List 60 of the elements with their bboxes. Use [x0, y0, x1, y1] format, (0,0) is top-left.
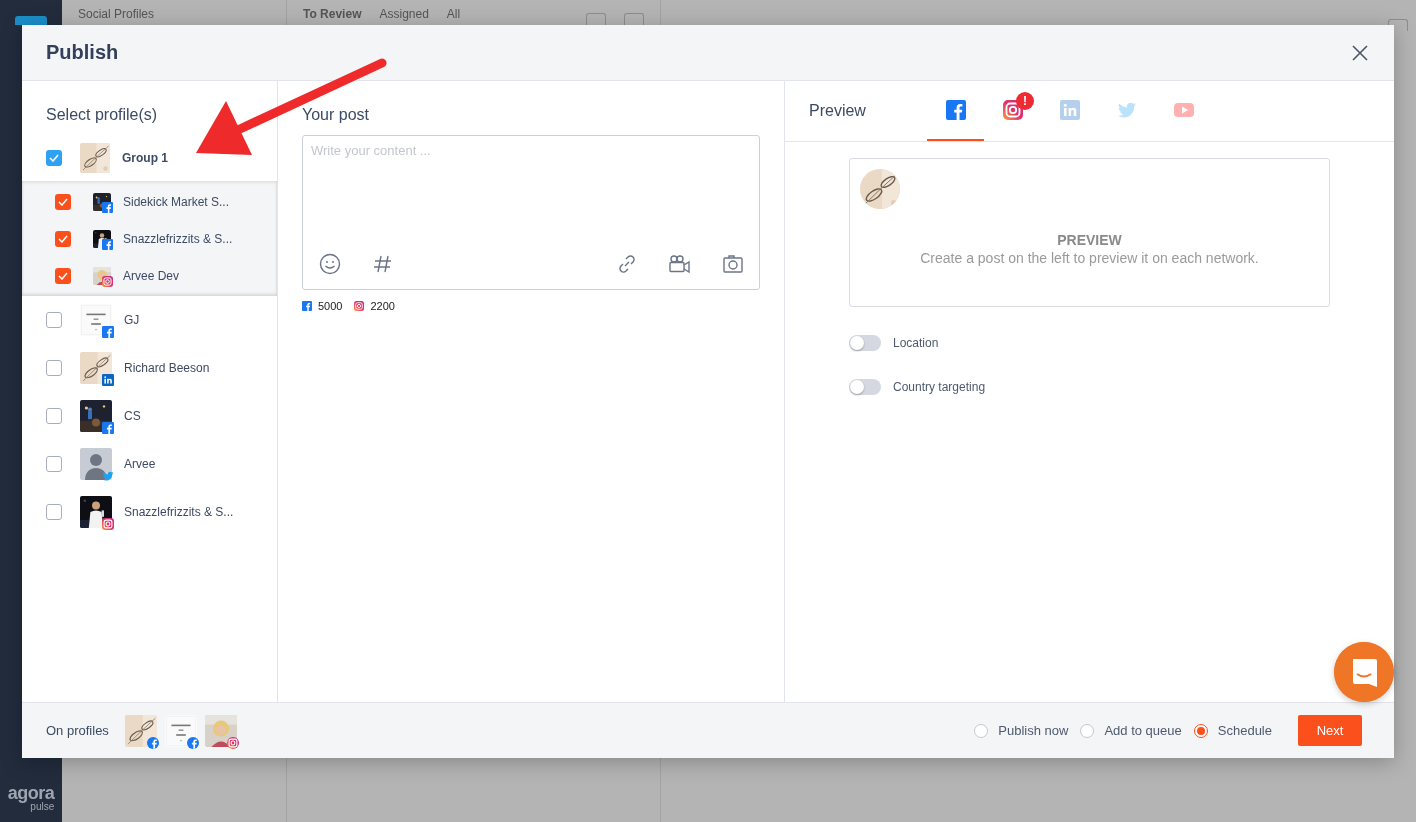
check-icon	[49, 154, 59, 162]
camera-icon[interactable]	[723, 255, 743, 273]
panel-title: Social Profiles	[78, 7, 155, 21]
post-editor[interactable]: Write your content ...	[302, 135, 760, 290]
checkbox[interactable]	[46, 456, 62, 472]
next-button[interactable]: Next	[1298, 715, 1362, 746]
checkbox[interactable]	[55, 193, 71, 210]
checkbox[interactable]	[55, 230, 71, 247]
logo-wordmark: agora	[7, 784, 55, 802]
filter-tab[interactable]: All	[446, 7, 461, 21]
checkbox[interactable]	[46, 408, 62, 424]
checkbox[interactable]	[55, 267, 71, 284]
emoji-icon[interactable]	[319, 253, 341, 275]
radio-button[interactable]	[1080, 723, 1095, 738]
radio-label[interactable]: Add to queue	[1104, 723, 1182, 738]
profile-name: Arvee Dev	[123, 268, 180, 283]
radio-button[interactable]	[1193, 723, 1208, 738]
radio-label[interactable]: Publish now	[998, 723, 1069, 738]
checkbox[interactable]	[46, 150, 62, 166]
profile-name: GJ	[124, 313, 140, 327]
filter-tab[interactable]: To Review	[303, 7, 362, 21]
logo-icon[interactable]	[15, 16, 47, 25]
profile-name: CS	[124, 409, 141, 423]
hashtag-icon[interactable]	[373, 254, 393, 274]
preview-title: PREVIEW	[1056, 232, 1123, 248]
profile-name: Richard Beeson	[124, 361, 210, 375]
check-icon	[58, 197, 68, 206]
radio-label[interactable]: Schedule	[1217, 723, 1272, 738]
toggle-switch[interactable]	[849, 335, 881, 351]
section-heading: Preview	[809, 102, 867, 120]
toggle-switch[interactable]	[849, 379, 881, 395]
toggle-label: Location	[893, 336, 939, 350]
checkbox[interactable]	[46, 360, 62, 376]
checkbox[interactable]	[46, 312, 62, 328]
profile-name: Snazzlefrizzits & S...	[123, 231, 233, 246]
section-heading: Your post	[302, 105, 370, 125]
video-camera-icon[interactable]	[669, 255, 691, 273]
dialog-title: Publish	[46, 41, 119, 64]
check-icon	[58, 234, 68, 243]
group-name: Group 1	[122, 151, 168, 165]
network-tab[interactable]: !	[984, 81, 1041, 141]
logo-tagline: pulse	[30, 802, 55, 812]
profile-name: Sidekick Market S...	[123, 194, 230, 209]
preview-hint: Create a post on the left to preview it on each network.	[919, 250, 1260, 266]
toggle-label: Country targeting	[893, 380, 986, 394]
radio-button[interactable]	[974, 723, 989, 738]
profile-name: Snazzlefrizzits & S...	[124, 505, 234, 519]
character-limit: 2200	[370, 300, 395, 312]
filter-tab[interactable]: Assigned	[379, 7, 429, 21]
close-icon[interactable]	[1352, 44, 1368, 61]
alert-badge: !	[1016, 92, 1034, 110]
profile-name: Arvee	[124, 457, 156, 471]
check-icon	[58, 271, 68, 280]
character-limit: 5000	[318, 300, 343, 312]
section-heading: Select profile(s)	[46, 105, 159, 125]
checkbox[interactable]	[46, 504, 62, 520]
footer-label: On profiles	[46, 723, 109, 738]
content-field[interactable]: Write your content ...	[303, 136, 759, 253]
chat-button[interactable]	[1334, 642, 1394, 702]
link-icon[interactable]	[617, 254, 637, 274]
